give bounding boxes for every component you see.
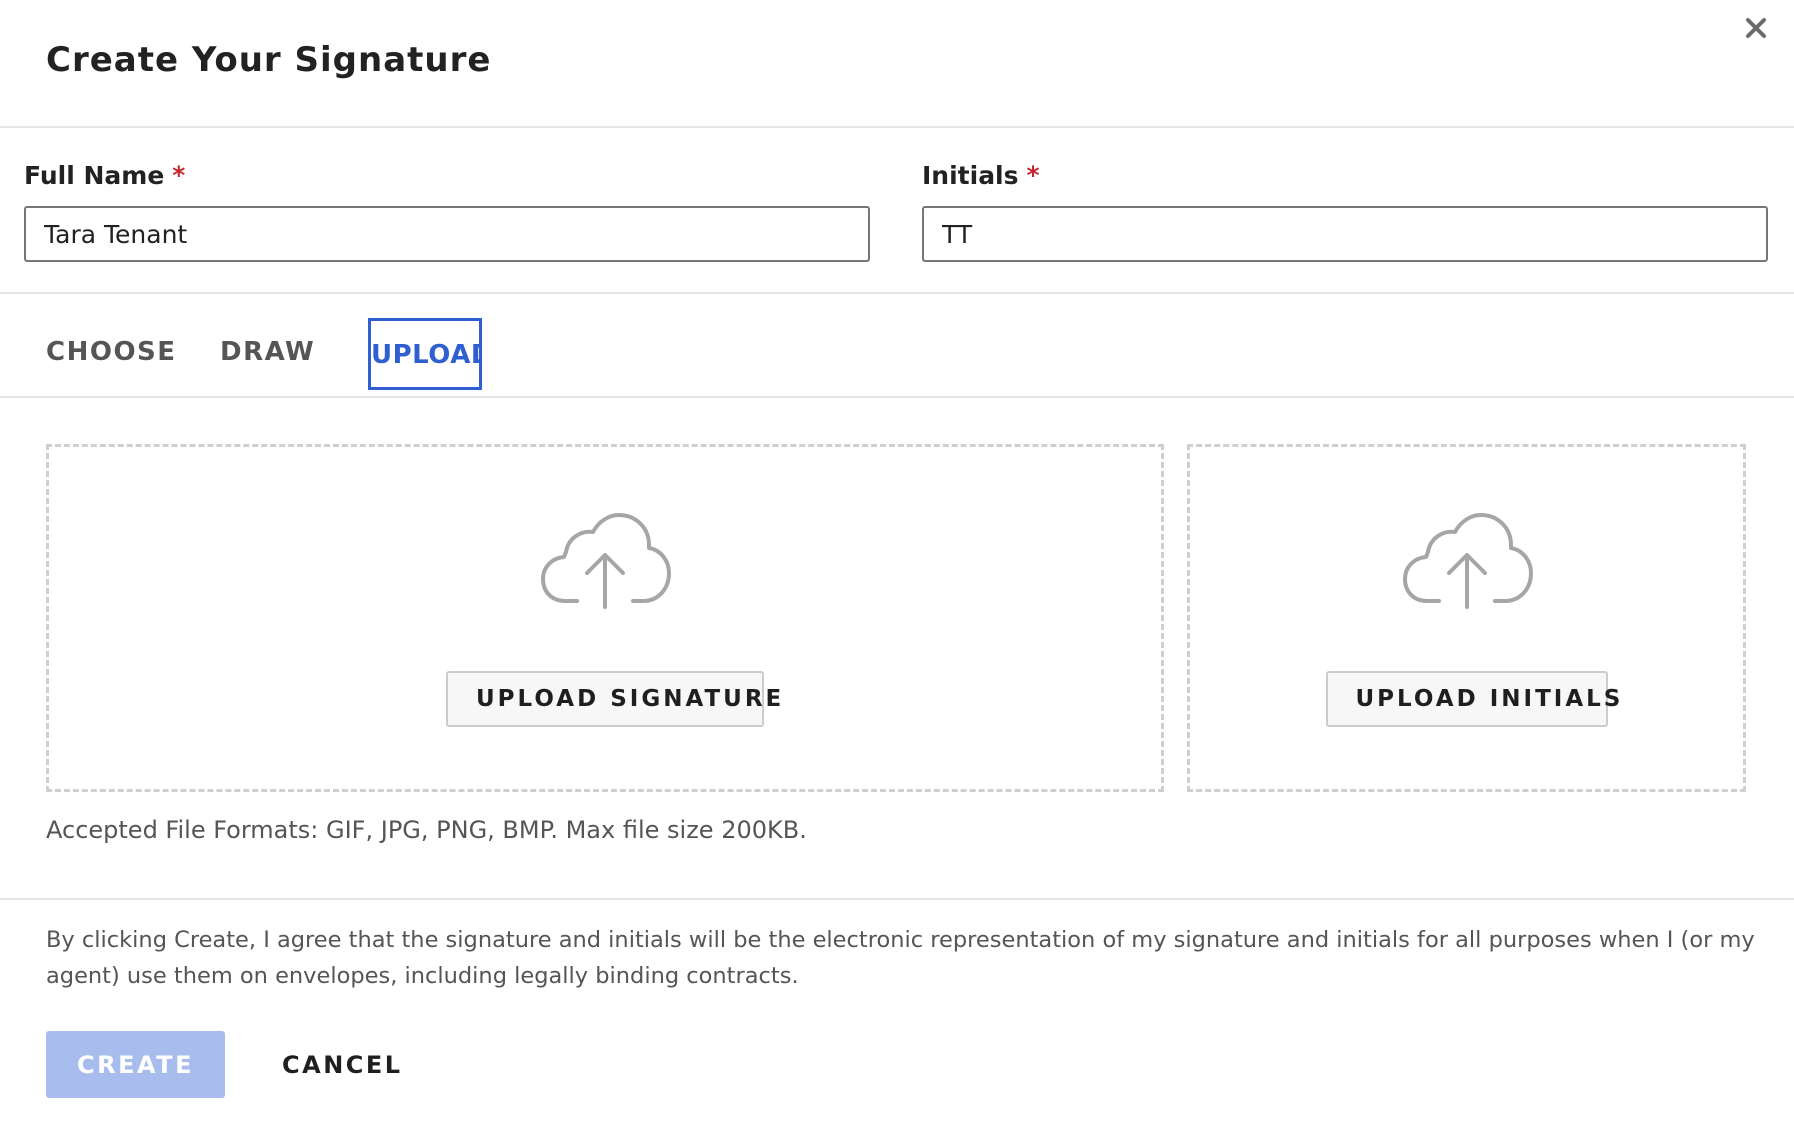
agreement-text: By clicking Create, I agree that the sig… xyxy=(46,927,1755,989)
full-name-label: Full Name * xyxy=(24,160,870,196)
close-button[interactable] xyxy=(1738,10,1774,46)
create-signature-dialog: Create Your Signature Full Name* Initial… xyxy=(0,0,1794,1122)
full-name-input[interactable] xyxy=(24,206,870,262)
initials-label-text: Initials xyxy=(922,161,1019,190)
initials-upload-dropzone[interactable]: UPLOAD INITIALS xyxy=(1187,444,1746,792)
required-marker: * xyxy=(1026,161,1040,190)
upload-signature-button[interactable]: UPLOAD SIGNATURE xyxy=(446,671,781,727)
tab-choose[interactable]: CHOOSE xyxy=(46,318,177,390)
tab-draw[interactable]: DRAW xyxy=(220,318,315,390)
cloud-upload-icon xyxy=(541,513,671,609)
upload-initials-button[interactable]: UPLOAD INITIALS xyxy=(1325,671,1620,727)
dialog-title: Create Your Signature xyxy=(46,40,492,80)
initials-label: Initials * xyxy=(922,160,1768,196)
dialog-header: Create Your Signature xyxy=(0,0,1794,128)
signature-upload-dropzone[interactable]: UPLOAD SIGNATURE xyxy=(46,444,1164,792)
name-fields: Full Name* Initials* xyxy=(0,128,1794,294)
cloud-upload-icon xyxy=(1402,513,1533,609)
initials-input[interactable] xyxy=(922,206,1768,262)
full-name-field: Full Name * xyxy=(24,160,870,262)
full-name-label-text: Full Name xyxy=(24,161,165,190)
close-icon xyxy=(1746,18,1766,38)
tab-upload[interactable]: UPLOAD xyxy=(368,318,482,390)
cancel-button[interactable]: CANCEL xyxy=(262,1031,423,1098)
initials-field: Initials * xyxy=(922,160,1768,262)
accepted-formats-note: Accepted File Formats: GIF, JPG, PNG, BM… xyxy=(46,816,807,844)
create-button[interactable]: CREATE xyxy=(46,1031,225,1098)
divider xyxy=(0,898,1794,900)
required-marker: * xyxy=(172,161,186,190)
signature-method-tabs: CHOOSE DRAW UPLOAD xyxy=(0,294,1794,398)
